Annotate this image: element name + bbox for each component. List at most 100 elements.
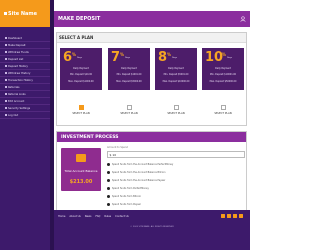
sidebar-item-deposit-history[interactable]: Deposit History bbox=[0, 63, 50, 70]
sidebar-item-edit-account[interactable]: Edit Account bbox=[0, 98, 50, 105]
gateway-option[interactable]: Spend funds from PerfectMoney bbox=[107, 185, 149, 192]
sidebar: Site Name Dashboard Make Deposit Withdra… bbox=[0, 0, 50, 250]
investment-title: INVESTMENT PROCESS bbox=[57, 132, 246, 142]
list-icon bbox=[5, 58, 7, 60]
plan-checkbox[interactable] bbox=[221, 105, 226, 110]
footer-link-faq[interactable]: FAQ bbox=[95, 215, 100, 218]
select-plan-label[interactable]: SELECT PLAN bbox=[202, 112, 244, 115]
plan-min-deposit: Min. Deposit $5001.00 bbox=[163, 73, 189, 76]
gateway-option[interactable]: Spend funds from the Account Balance Bit… bbox=[107, 169, 165, 176]
deposit-icon bbox=[5, 44, 7, 46]
sidebar-item-make-deposit[interactable]: Make Deposit bbox=[0, 42, 50, 49]
plan-checkbox[interactable] bbox=[174, 105, 179, 110]
page-header: MAKE DEPOSIT bbox=[54, 11, 250, 27]
plan-selection-panel: SELECT A PLAN 6 % Days Daily Payment Min… bbox=[56, 32, 247, 126]
gateway-label: Spend funds from Payeer bbox=[112, 203, 141, 206]
footer-link-about[interactable]: About Us bbox=[69, 215, 80, 218]
gateway-option[interactable]: Spend funds from the Account Balance Per… bbox=[107, 161, 173, 168]
gateway-option[interactable]: Spend funds from Payeer bbox=[107, 201, 141, 208]
radio-icon[interactable] bbox=[107, 171, 110, 174]
balance-amount: $213.00 bbox=[69, 179, 93, 185]
plan-days: Days bbox=[125, 57, 130, 59]
sidebar-menu: Dashboard Make Deposit Withdraw Funds De… bbox=[0, 27, 50, 119]
balance-card: Total Account Balance $213.00 bbox=[61, 148, 101, 191]
sidebar-item-transactions[interactable]: Transaction History bbox=[0, 77, 50, 84]
radio-icon[interactable] bbox=[107, 163, 110, 166]
plan-rate: 8 bbox=[158, 50, 168, 65]
transactions-icon bbox=[5, 79, 7, 81]
plan-card[interactable]: 7 % Days Daily Payment Min. Deposit $100… bbox=[108, 48, 150, 90]
linkedin-icon[interactable] bbox=[239, 214, 243, 218]
plan-checkbox[interactable] bbox=[127, 105, 132, 110]
footer-link-news[interactable]: News bbox=[85, 215, 92, 218]
plans-title: SELECT A PLAN bbox=[57, 33, 246, 43]
gateway-option[interactable]: Spend funds from Bitcoin bbox=[107, 193, 141, 200]
plan-min-deposit: Min. Deposit $10.00 bbox=[70, 73, 92, 76]
social-icons bbox=[221, 214, 243, 218]
gateway-label: Spend funds from the Account Balance Per… bbox=[112, 163, 174, 166]
users-icon bbox=[5, 86, 7, 88]
select-plan-label[interactable]: SELECT PLAN bbox=[60, 112, 102, 115]
gateway-label: Spend funds from PerfectMoney bbox=[112, 187, 149, 190]
plan-rate: 10 bbox=[205, 50, 224, 65]
plan-max-deposit: Max. Deposit $10000.00 bbox=[162, 80, 190, 83]
google-icon[interactable] bbox=[233, 214, 237, 218]
plan-rate: 6 bbox=[63, 50, 73, 65]
sidebar-item-referrals[interactable]: Referrals bbox=[0, 84, 50, 91]
radio-icon[interactable] bbox=[107, 179, 110, 182]
sidebar-item-withdraw-history[interactable]: Withdraw History bbox=[0, 70, 50, 77]
sidebar-item-referral-links[interactable]: Referral Links bbox=[0, 91, 50, 98]
radio-icon[interactable] bbox=[107, 203, 110, 206]
link-icon bbox=[5, 93, 7, 95]
site-name: Site Name bbox=[8, 10, 37, 17]
plan-profit: Daily Payment bbox=[121, 67, 137, 70]
sidebar-item-security[interactable]: Security Settings bbox=[0, 105, 50, 112]
sidebar-item-label: Transaction History bbox=[7, 78, 33, 82]
user-icon[interactable] bbox=[240, 16, 246, 22]
gateway-label: Spend funds from the Account Balance Pay… bbox=[112, 179, 166, 182]
gateway-label: Spend funds from the Account Balance Bit… bbox=[112, 171, 166, 174]
sidebar-item-label: Withdraw Funds bbox=[7, 50, 29, 54]
twitter-icon[interactable] bbox=[227, 214, 231, 218]
plan-profit: Daily Payment bbox=[168, 67, 184, 70]
edit-icon bbox=[5, 100, 7, 102]
sidebar-item-dashboard[interactable]: Dashboard bbox=[0, 35, 50, 42]
plan-max-deposit: Max. Deposit $1000.00 bbox=[68, 80, 94, 83]
footer-link-contact[interactable]: Contact Us bbox=[115, 215, 129, 218]
sidebar-item-logout[interactable]: Log Out bbox=[0, 112, 50, 119]
balance-label: Total Account Balance bbox=[64, 169, 98, 173]
sidebar-item-deposit-list[interactable]: Deposit List bbox=[0, 56, 50, 63]
plan-profit: Daily Payment bbox=[73, 67, 89, 70]
wallet-icon bbox=[76, 154, 86, 162]
select-plan-label[interactable]: SELECT PLAN bbox=[155, 112, 197, 115]
plan-profit: Daily Payment bbox=[215, 67, 231, 70]
plan-card[interactable]: 8 % Days Daily Payment Min. Deposit $500… bbox=[155, 48, 197, 90]
plan-card[interactable]: 6 % Days Daily Payment Min. Deposit $10.… bbox=[60, 48, 102, 90]
shield-icon bbox=[5, 107, 7, 109]
sidebar-item-label: Referral Links bbox=[7, 92, 26, 96]
page-title: MAKE DEPOSIT bbox=[58, 16, 101, 22]
plan-card[interactable]: 10 % Days Daily Payment Min. Deposit $10… bbox=[202, 48, 244, 90]
plan-rate: 7 bbox=[111, 50, 121, 65]
footer-link-home[interactable]: Home bbox=[58, 215, 65, 218]
plan-rate-unit: % bbox=[222, 52, 227, 57]
footer-link-rules[interactable]: Rules bbox=[104, 215, 111, 218]
plan-max-deposit: Max. Deposit $5000.00 bbox=[116, 80, 142, 83]
plan-rate-unit: % bbox=[120, 52, 125, 57]
sidebar-item-withdraw[interactable]: Withdraw Funds bbox=[0, 49, 50, 56]
sidebar-item-label: Dashboard bbox=[7, 36, 23, 40]
plan-rate-unit: % bbox=[72, 52, 77, 57]
radio-icon[interactable] bbox=[107, 195, 110, 198]
gateway-label: Spend funds from Bitcoin bbox=[112, 195, 142, 198]
facebook-icon[interactable] bbox=[221, 214, 225, 218]
withdraw-icon bbox=[5, 51, 7, 53]
site-logo[interactable]: Site Name bbox=[0, 0, 50, 27]
plan-checkbox[interactable] bbox=[79, 105, 84, 110]
footer-links: Home About Us News FAQ Rules Contact Us bbox=[58, 215, 129, 218]
plan-days: Days bbox=[77, 57, 82, 59]
amount-input[interactable]: $ 10 bbox=[107, 151, 245, 158]
select-plan-label[interactable]: SELECT PLAN bbox=[108, 112, 150, 115]
radio-icon[interactable] bbox=[107, 187, 110, 190]
gateway-option[interactable]: Spend funds from the Account Balance Pay… bbox=[107, 177, 165, 184]
sidebar-item-label: Security Settings bbox=[7, 106, 31, 110]
